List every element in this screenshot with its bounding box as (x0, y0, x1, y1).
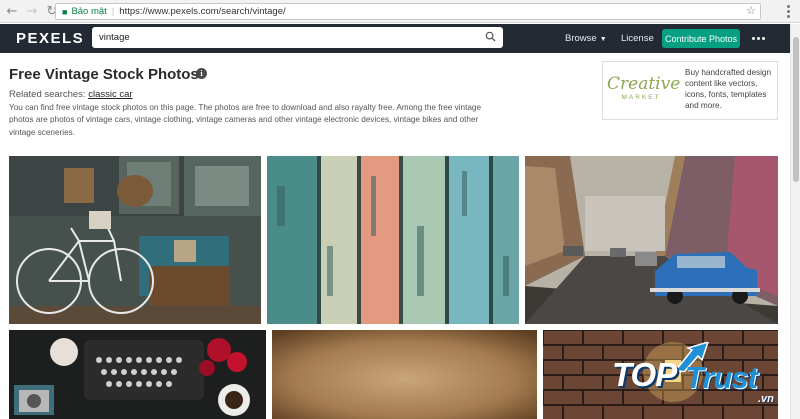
contribute-photos-button[interactable]: Contribute Photos (662, 29, 740, 48)
more-options-icon[interactable] (752, 37, 765, 40)
related-searches-label: Related searches: (9, 89, 86, 100)
toptrust-watermark: TOP Trust .vn (612, 342, 790, 412)
related-link-classic-car[interactable]: classic car (88, 89, 132, 100)
address-divider: | (111, 6, 115, 17)
watermark-vn: .vn (758, 393, 774, 405)
url-text[interactable]: https://www.pexels.com/search/vintage/ (119, 6, 285, 17)
photo-typewriter-flatlay[interactable] (9, 330, 266, 419)
pexels-logo[interactable]: PEXELS (16, 30, 84, 47)
page-description: You can find free vintage stock photos o… (9, 103, 481, 137)
page-title: Free Vintage Stock Photos (9, 66, 199, 83)
scrollbar-thumb[interactable] (793, 37, 799, 182)
site-header: PEXELS vintage Browse ▼ License Contribut… (0, 24, 790, 53)
creative-market-ad[interactable]: Creative MARKET Buy handcrafted design c… (602, 61, 778, 120)
forward-arrow-icon[interactable]: → (24, 3, 40, 19)
browser-menu-icon[interactable] (782, 3, 794, 20)
watermark-top: TOP (612, 356, 677, 393)
search-icon[interactable] (485, 31, 496, 42)
browser-toolbar: ← → ↻ ■ Bảo mật | https://www.pexels.com… (0, 0, 800, 23)
info-icon[interactable]: i (196, 68, 207, 79)
photo-classic-car-street[interactable] (525, 156, 778, 324)
address-bar[interactable]: ■ Bảo mật | https://www.pexels.com/searc… (55, 3, 761, 20)
license-link[interactable]: License (621, 33, 654, 44)
photo-painted-wood[interactable] (267, 156, 519, 324)
lock-icon: ■ (62, 6, 68, 17)
browse-label: Browse (565, 33, 597, 44)
related-searches: Related searches: classic car (9, 89, 133, 100)
watermark-trust: Trust (685, 360, 758, 395)
browse-menu[interactable]: Browse ▼ (565, 33, 607, 44)
search-query[interactable]: vintage (99, 32, 130, 43)
bookmark-star-icon[interactable]: ☆ (746, 4, 756, 17)
ad-logo-line2: MARKET (621, 94, 661, 101)
ad-text[interactable]: Buy handcrafted design content like vect… (685, 67, 775, 111)
creative-market-logo[interactable]: Creative MARKET (607, 74, 681, 102)
back-arrow-icon[interactable]: ← (4, 3, 20, 19)
secure-label: Bảo mật (71, 6, 107, 17)
photo-vintage-bicycle[interactable] (9, 156, 261, 324)
page-scrollbar[interactable] (790, 24, 800, 419)
photo-parchment-texture[interactable] (272, 330, 537, 419)
chevron-down-icon: ▼ (599, 36, 607, 43)
ad-logo-line1: Creative (607, 74, 681, 94)
search-input[interactable]: vintage (92, 27, 503, 48)
